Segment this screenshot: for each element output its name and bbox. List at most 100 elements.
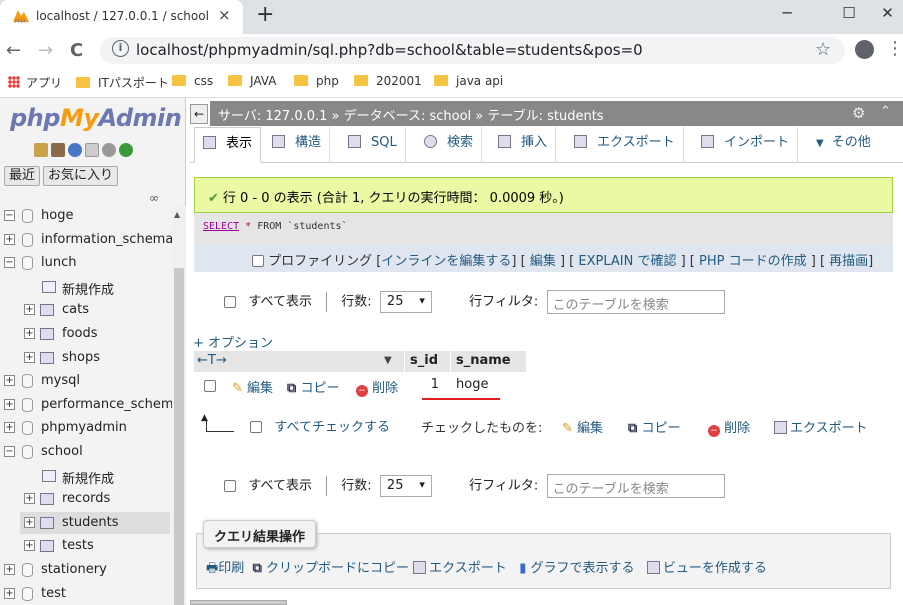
tree-item-db[interactable]: + performance_schema <box>0 395 182 417</box>
bookmark-java-api[interactable]: java api <box>434 74 503 88</box>
copy-clipboard-button[interactable]: ⧉ クリップボードにコピー <box>253 561 409 576</box>
expand-icon[interactable]: + <box>24 493 35 505</box>
reload-nav-icon[interactable] <box>119 142 133 157</box>
collapse-nav-button[interactable]: ← <box>190 104 208 124</box>
sql-query-text[interactable]: SELECT * FROM `students` <box>203 221 348 232</box>
row-filter-input-bottom[interactable]: このテーブルを検索 <box>546 474 725 498</box>
expand-icon[interactable]: + <box>4 233 15 245</box>
bookmark-202001[interactable]: 202001 <box>354 74 422 88</box>
expand-icon[interactable]: + <box>4 375 15 387</box>
link-with-main-icon[interactable]: ∞ <box>149 191 159 205</box>
phpmyadmin-logo[interactable]: phpMyAdmin <box>10 104 182 132</box>
browser-menu-icon[interactable]: ⋮ <box>886 38 903 59</box>
refresh-link[interactable]: 再描画 <box>829 254 868 269</box>
column-header-s-name[interactable]: s_name <box>451 351 526 372</box>
tab-close-icon[interactable]: × <box>218 6 231 24</box>
tree-item-table[interactable]: + records <box>0 489 172 511</box>
tree-item-db[interactable]: − school <box>0 442 172 464</box>
reload-icon[interactable]: C <box>70 40 83 61</box>
recent-tables-button[interactable]: 最近 <box>4 166 41 186</box>
bookmark-apps[interactable]: アプリ <box>8 74 62 91</box>
export-results-button[interactable]: エクスポート <box>413 561 507 576</box>
scroll-up-icon[interactable]: ▲ <box>174 210 180 219</box>
tab-export[interactable]: エクスポート <box>566 127 684 163</box>
column-header-s-id[interactable]: s_id <box>405 351 450 372</box>
row-delete-link[interactable]: − 削除 <box>356 377 398 397</box>
bulk-copy-button[interactable]: ⧉ コピー <box>628 417 680 436</box>
row-copy-link[interactable]: ⧉ コピー <box>287 377 339 396</box>
tree-item-table[interactable]: + shops <box>0 348 172 370</box>
expand-icon[interactable]: + <box>24 304 35 316</box>
php-code-link[interactable]: PHP コードの作成 <box>699 254 807 269</box>
tab-insert[interactable]: 挿入 <box>490 127 557 163</box>
breadcrumb[interactable]: サーバ: 127.0.0.1 » データベース: school » テーブル: … <box>218 105 604 124</box>
options-toggle[interactable]: + オプション <box>193 332 273 351</box>
maximize-icon[interactable]: ☐ <box>826 0 872 30</box>
docs-icon[interactable] <box>85 142 99 157</box>
bulk-export-button[interactable]: エクスポート <box>774 417 868 436</box>
tree-item-db[interactable]: + test <box>0 584 172 605</box>
show-all-checkbox-bottom[interactable] <box>224 479 236 492</box>
minimize-icon[interactable]: ─ <box>764 0 810 30</box>
tab-browse[interactable]: 表示 <box>194 127 262 163</box>
check-all[interactable]: すべてチェックする <box>250 416 390 435</box>
explain-link[interactable]: EXPLAIN で確認 <box>578 254 676 269</box>
settings-icon[interactable] <box>102 142 116 157</box>
rows-per-page-select[interactable]: 25 ▾ <box>379 291 432 313</box>
query-window-icon[interactable] <box>68 142 82 157</box>
bookmark-java[interactable]: JAVA <box>228 74 276 88</box>
collapse-icon[interactable]: − <box>4 446 15 457</box>
expand-icon[interactable]: + <box>4 422 15 434</box>
tree-item-db[interactable]: + mysql <box>0 371 172 393</box>
expand-icon[interactable]: + <box>24 540 35 552</box>
tab-structure[interactable]: 構造 <box>264 127 331 163</box>
exit-icon[interactable] <box>51 142 65 157</box>
collapse-icon[interactable]: − <box>4 210 15 221</box>
column-move-arrows[interactable]: ←T→ <box>197 353 227 368</box>
account-icon[interactable] <box>855 40 874 59</box>
tree-item-table[interactable]: + tests <box>0 536 172 558</box>
bulk-edit-button[interactable]: ✎ 編集 <box>562 417 603 436</box>
bulk-delete-button[interactable]: − 削除 <box>708 417 750 437</box>
print-button[interactable]: 🖶印刷 <box>206 561 244 576</box>
bookmark-it-passport[interactable]: ITパスポート <box>76 74 169 91</box>
bottom-panel-tab[interactable] <box>190 600 287 605</box>
close-window-icon[interactable]: ✕ <box>872 0 903 30</box>
tree-item-db[interactable]: + phpmyadmin <box>0 418 172 440</box>
tree-item-db[interactable]: + stationery <box>0 560 172 582</box>
collapse-icon[interactable]: ⌃ <box>880 104 891 119</box>
favorite-tables-button[interactable]: お気に入り <box>43 166 119 186</box>
gear-icon[interactable]: ⚙ <box>852 104 865 122</box>
sort-dropdown-icon[interactable]: ▼ <box>384 355 392 366</box>
tree-item-db[interactable]: − hoge <box>0 206 172 228</box>
tab-search[interactable]: 検索 <box>416 127 483 163</box>
collapse-icon[interactable]: − <box>4 257 15 269</box>
tree-item-db[interactable]: − lunch <box>0 253 172 275</box>
show-all-checkbox[interactable] <box>224 295 236 308</box>
edit-query-link[interactable]: 編集 <box>530 254 556 269</box>
tree-item-db[interactable]: + information_schema <box>0 230 173 252</box>
row-edit-link[interactable]: ✎ 編集 <box>232 377 273 396</box>
tab-import[interactable]: インポート <box>693 127 799 163</box>
bookmark-star-icon[interactable]: ☆ <box>815 39 831 60</box>
inline-edit-link[interactable]: インラインを編集する <box>381 254 511 269</box>
bookmark-php[interactable]: php <box>294 74 339 88</box>
home-icon[interactable] <box>34 142 48 157</box>
back-icon[interactable]: ← <box>6 40 21 61</box>
tree-item-new[interactable]: 新規作成 <box>0 277 172 299</box>
url-text[interactable]: localhost/phpmyadmin/sql.php?db=school&t… <box>136 41 643 59</box>
tree-item-new[interactable]: 新規作成 <box>0 466 172 488</box>
tree-item-table[interactable]: + cats <box>0 300 172 322</box>
row-checkbox[interactable] <box>204 379 216 394</box>
check-all-checkbox[interactable] <box>250 421 262 433</box>
expand-icon[interactable]: + <box>24 328 35 339</box>
tab-sql[interactable]: SQL <box>340 127 406 163</box>
chart-button[interactable]: ▮ グラフで表示する <box>519 561 634 576</box>
sidebar-scroll-thumb[interactable] <box>174 268 184 605</box>
tab-more[interactable]: ▼ その他 <box>808 127 879 163</box>
tree-item-table[interactable]: + students <box>0 513 172 535</box>
profiling-checkbox[interactable] <box>252 255 264 267</box>
new-tab-button[interactable]: + <box>256 2 274 27</box>
expand-icon[interactable]: + <box>24 351 35 363</box>
tree-item-table[interactable]: + foods <box>0 324 172 346</box>
